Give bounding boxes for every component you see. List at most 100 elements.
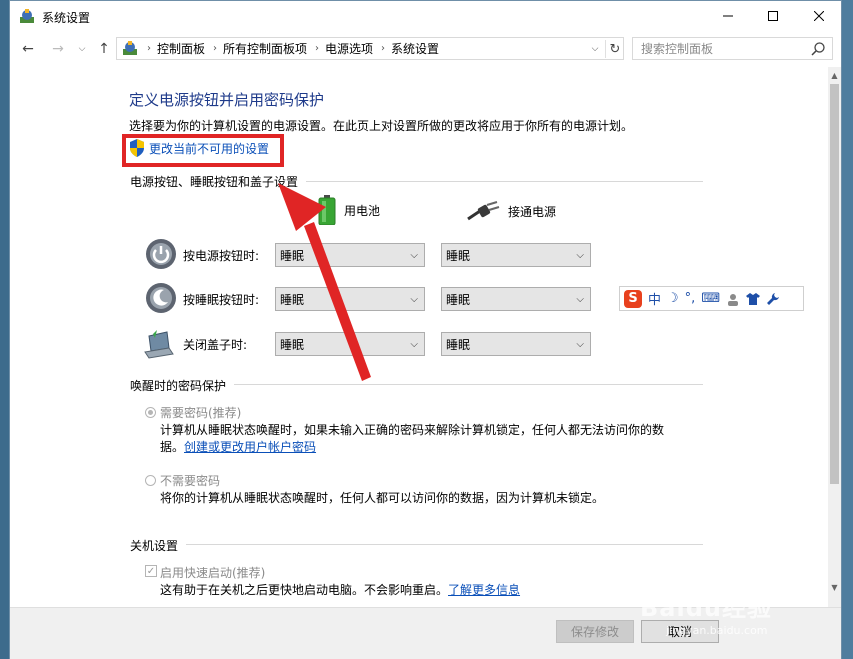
close-lid-battery-select[interactable]: 睡眠 ⌵ bbox=[275, 332, 425, 356]
moon-icon[interactable]: ☽ bbox=[667, 291, 679, 306]
wrench-icon[interactable] bbox=[766, 292, 780, 306]
power-button-plugged-select[interactable]: 睡眠 ⌵ bbox=[441, 243, 591, 267]
save-changes-button[interactable]: 保存修改 bbox=[556, 620, 634, 643]
require-password-label: 需要密码(推荐) bbox=[160, 406, 242, 420]
chevron-down-icon: ⌵ bbox=[576, 293, 584, 305]
back-button[interactable]: ← bbox=[18, 39, 38, 59]
select-value: 睡眠 bbox=[280, 337, 305, 352]
learn-more-link[interactable]: 了解更多信息 bbox=[448, 583, 520, 597]
select-value: 睡眠 bbox=[280, 292, 305, 307]
system-settings-window: 系统设置 ← → ⌵ ↑ › 控制面板 › 所有控制面板项 › 电源选项 › 系… bbox=[9, 0, 842, 659]
section-divider bbox=[186, 544, 703, 545]
require-password-radio[interactable] bbox=[145, 407, 156, 418]
power-button-label: 按电源按钮时: bbox=[183, 249, 260, 263]
refresh-icon: ↻ bbox=[609, 41, 621, 57]
maximize-button[interactable] bbox=[750, 1, 795, 31]
breadcrumb-label: 系统设置 bbox=[391, 42, 440, 56]
laptop-lid-icon bbox=[144, 330, 174, 359]
chevron-down-icon: ⌵ bbox=[591, 44, 599, 54]
baidu-watermark: Baidu经验 bbox=[640, 594, 772, 622]
address-bar[interactable]: › 控制面板 › 所有控制面板项 › 电源选项 › 系统设置 ⌵ ↻ bbox=[116, 37, 624, 60]
select-value: 睡眠 bbox=[280, 248, 305, 263]
arrow-left-icon: ← bbox=[22, 41, 34, 57]
scroll-up-button[interactable]: ▲ bbox=[828, 69, 841, 81]
triangle-down-icon: ▼ bbox=[831, 582, 838, 592]
close-button[interactable] bbox=[796, 1, 841, 31]
refresh-button[interactable]: ↻ bbox=[605, 40, 624, 58]
breadcrumb-power-options[interactable]: › 电源选项 bbox=[315, 40, 373, 57]
minimize-button[interactable] bbox=[705, 1, 750, 31]
scroll-down-button[interactable]: ▼ bbox=[828, 581, 841, 593]
search-input[interactable]: 搜索控制面板 bbox=[632, 37, 833, 60]
power-section-heading: 电源按钮、睡眠按钮和盖子设置 bbox=[130, 175, 299, 189]
ime-toolbar[interactable]: S 中 ☽ °, ⌨ bbox=[619, 286, 804, 311]
up-button[interactable]: ↑ bbox=[94, 39, 114, 59]
fast-startup-description: 这有助于在关机之后更快地启动电脑。不会影响重启。了解更多信息 bbox=[160, 582, 520, 599]
close-lid-label: 关闭盖子时: bbox=[183, 338, 248, 352]
select-value: 睡眠 bbox=[446, 292, 471, 307]
require-password-description: 计算机从睡眠状态唤醒时，如果未输入正确的密码来解除计算机锁定，任何人都无法访问你… bbox=[160, 422, 720, 456]
title-bar: 系统设置 bbox=[10, 1, 841, 33]
sleep-button-plugged-select[interactable]: 睡眠 ⌵ bbox=[441, 287, 591, 311]
desktop-background-right bbox=[841, 0, 853, 659]
shutdown-section-heading: 关机设置 bbox=[130, 539, 179, 553]
plugged-label: 接通电源 bbox=[508, 204, 557, 219]
navigation-bar: ← → ⌵ ↑ › 控制面板 › 所有控制面板项 › 电源选项 › 系统设置 ⌵… bbox=[10, 35, 841, 63]
section-divider bbox=[234, 384, 703, 385]
section-divider bbox=[306, 181, 703, 182]
close-icon bbox=[813, 11, 824, 21]
page-description: 选择要为你的计算机设置的电源设置。在此页上对设置所做的更改将应用于你所有的电源计… bbox=[129, 119, 634, 133]
watermark-url: jingyan.baidu.com bbox=[666, 624, 768, 637]
sleep-button-battery-select[interactable]: 睡眠 ⌵ bbox=[275, 287, 425, 311]
no-password-label: 不需要密码 bbox=[160, 474, 221, 488]
recent-locations-button[interactable]: ⌵ bbox=[72, 39, 92, 59]
plugged-column-header: 接通电源 bbox=[466, 201, 556, 221]
description-text: 据。 bbox=[160, 440, 185, 454]
chevron-down-icon: ⌵ bbox=[78, 44, 86, 54]
vertical-scrollbar[interactable]: ▲ ▼ bbox=[828, 67, 841, 607]
main-content: 定义电源按钮并启用密码保护 选择要为你的计算机设置的电源设置。在此页上对设置所做… bbox=[10, 67, 828, 607]
chevron-down-icon: ⌵ bbox=[576, 249, 584, 261]
search-icon bbox=[811, 41, 825, 56]
wake-section-heading: 唤醒时的密码保护 bbox=[130, 379, 227, 393]
sleep-button-icon bbox=[146, 283, 176, 313]
ime-mode-toggle[interactable]: 中 bbox=[648, 289, 661, 308]
power-button-battery-select[interactable]: 睡眠 ⌵ bbox=[275, 243, 425, 267]
forward-button[interactable]: → bbox=[48, 39, 68, 59]
power-options-icon bbox=[20, 9, 34, 23]
maximize-icon bbox=[767, 11, 778, 21]
no-password-radio[interactable] bbox=[145, 475, 156, 486]
address-dropdown-button[interactable]: ⌵ bbox=[588, 41, 602, 57]
scroll-thumb[interactable] bbox=[830, 84, 839, 484]
triangle-up-icon: ▲ bbox=[831, 70, 838, 80]
chevron-down-icon: ⌵ bbox=[410, 338, 418, 350]
description-line: 计算机从睡眠状态唤醒时，如果未输入正确的密码来解除计算机锁定，任何人都无法访问你… bbox=[160, 423, 665, 437]
uac-shield-icon bbox=[130, 139, 144, 157]
shirt-icon[interactable] bbox=[746, 292, 761, 306]
window-title: 系统设置 bbox=[42, 11, 91, 25]
create-password-link[interactable]: 创建或更改用户帐户密码 bbox=[184, 440, 316, 454]
description-text: 这有助于在关机之后更快地启动电脑。不会影响重启。 bbox=[160, 583, 449, 597]
keyboard-icon[interactable]: ⌨ bbox=[701, 291, 720, 306]
breadcrumb-all-items[interactable]: › 所有控制面板项 bbox=[213, 40, 307, 57]
fast-startup-checkbox[interactable]: ✓ bbox=[145, 565, 157, 577]
user-icon[interactable] bbox=[726, 292, 740, 306]
punctuation-icon[interactable]: °, bbox=[685, 291, 696, 306]
battery-column-header: 用电池 bbox=[318, 195, 380, 225]
search-placeholder: 搜索控制面板 bbox=[641, 42, 714, 56]
breadcrumb-control-panel[interactable]: › 控制面板 bbox=[147, 40, 205, 57]
breadcrumb-label: 控制面板 bbox=[157, 42, 206, 56]
power-options-icon bbox=[123, 40, 137, 55]
chevron-right-icon: › bbox=[315, 43, 320, 54]
description-line: 据。创建或更改用户帐户密码 bbox=[160, 439, 720, 456]
breadcrumb-label: 电源选项 bbox=[325, 42, 374, 56]
breadcrumb-label: 所有控制面板项 bbox=[223, 42, 308, 56]
sogou-logo-icon: S bbox=[624, 289, 642, 308]
chevron-right-icon: › bbox=[213, 43, 218, 54]
sleep-button-label: 按睡眠按钮时: bbox=[183, 293, 260, 307]
arrow-up-icon: ↑ bbox=[98, 41, 110, 57]
battery-label: 用电池 bbox=[344, 203, 381, 218]
breadcrumb-system-settings[interactable]: › 系统设置 bbox=[381, 40, 439, 57]
close-lid-plugged-select[interactable]: 睡眠 ⌵ bbox=[441, 332, 591, 356]
change-unavailable-settings-link[interactable]: 更改当前不可用的设置 bbox=[149, 140, 269, 157]
